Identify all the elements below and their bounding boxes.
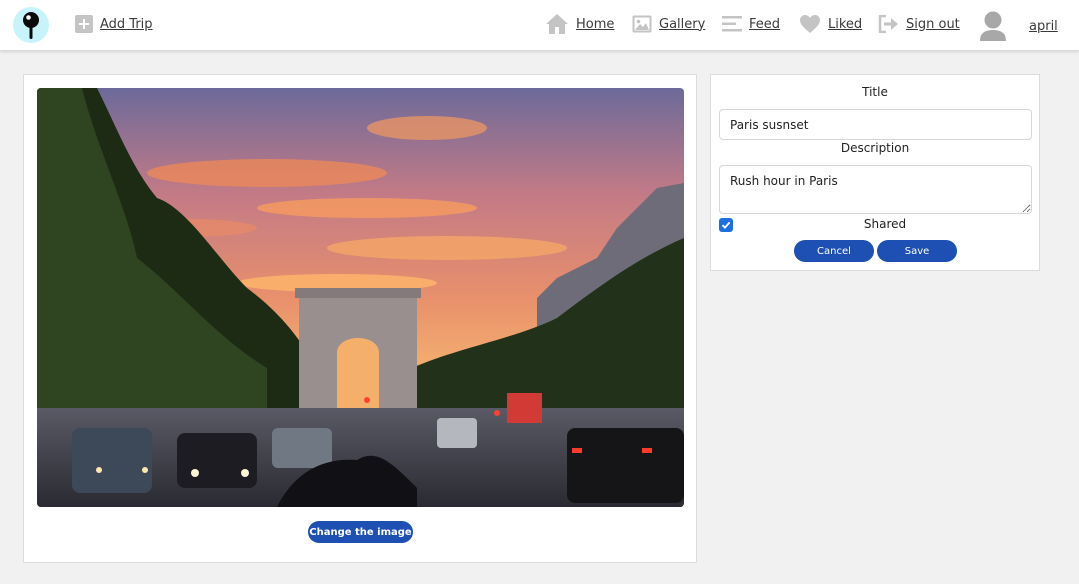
save-button[interactable]: Save xyxy=(877,240,957,262)
lines-icon xyxy=(722,15,742,33)
top-navbar: Add Trip Home Gallery Feed Liked Sign ou… xyxy=(0,0,1079,51)
cancel-button[interactable]: Cancel xyxy=(794,240,874,262)
house-icon xyxy=(545,13,569,35)
nav-user-profile[interactable]: april xyxy=(979,10,1058,42)
heart-icon xyxy=(799,14,821,34)
trip-image-card: Change the image xyxy=(23,74,697,563)
user-avatar-icon xyxy=(979,10,1007,42)
nav-feed[interactable]: Feed xyxy=(722,11,780,37)
nav-home[interactable]: Home xyxy=(545,11,614,37)
shared-checkbox[interactable] xyxy=(719,218,733,232)
change-image-button[interactable]: Change the image xyxy=(308,521,413,543)
nav-sign-out[interactable]: Sign out xyxy=(878,11,960,37)
check-icon xyxy=(721,221,731,229)
nav-add-trip-label: Add Trip xyxy=(100,16,153,32)
nav-sign-out-label: Sign out xyxy=(906,16,960,32)
trip-edit-form: Title Description Rush hour in Paris Sha… xyxy=(710,74,1040,271)
description-label: Description xyxy=(840,141,910,155)
sign-out-icon xyxy=(878,15,899,33)
nav-add-trip[interactable]: Add Trip xyxy=(75,11,153,37)
plus-square-icon xyxy=(75,15,93,33)
title-label: Title xyxy=(862,85,888,99)
nav-gallery[interactable]: Gallery xyxy=(632,11,705,37)
app-logo[interactable] xyxy=(13,7,49,43)
trip-photo xyxy=(37,88,684,507)
map-pin-icon xyxy=(23,12,39,39)
title-input[interactable] xyxy=(719,109,1032,140)
nav-feed-label: Feed xyxy=(749,16,781,32)
nav-liked-label: Liked xyxy=(828,16,863,32)
nav-gallery-label: Gallery xyxy=(659,16,706,32)
description-input[interactable]: Rush hour in Paris xyxy=(719,165,1032,214)
shared-label: Shared xyxy=(863,217,907,231)
nav-liked[interactable]: Liked xyxy=(799,11,862,37)
nav-home-label: Home xyxy=(576,16,615,32)
nav-user-label: april xyxy=(1029,18,1058,34)
image-icon xyxy=(632,15,652,33)
